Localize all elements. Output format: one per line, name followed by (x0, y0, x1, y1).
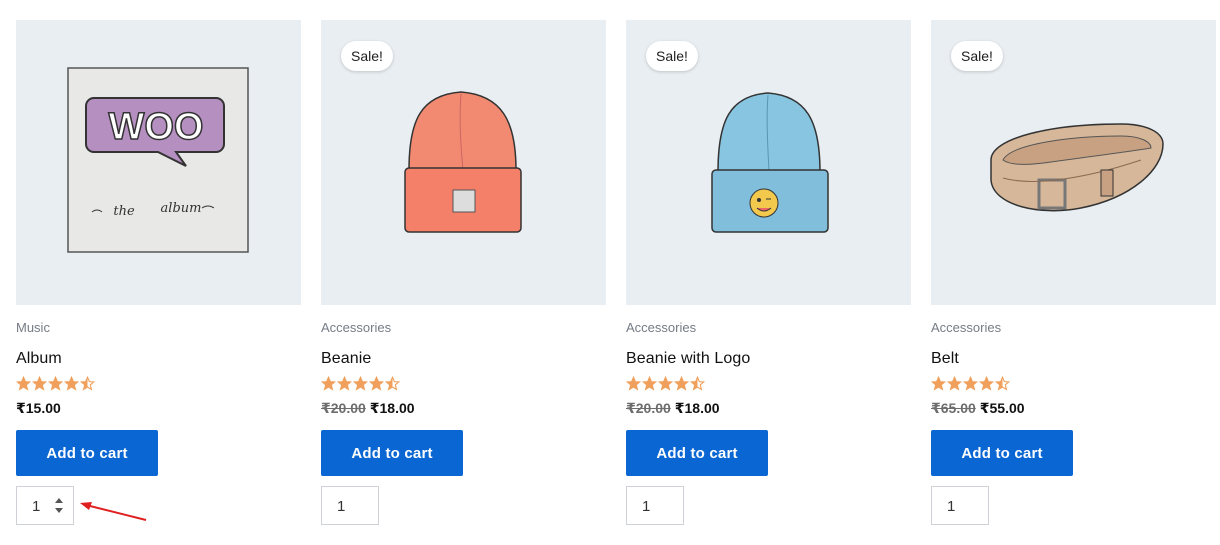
product-category[interactable]: Accessories (321, 321, 606, 335)
product-price: ₹65.00 ₹55.00 (931, 400, 1216, 416)
star-icon (64, 375, 79, 391)
star-icon (674, 375, 689, 391)
star-icon (32, 375, 47, 391)
star-icon (658, 375, 673, 391)
product-image-beanie[interactable]: Sale! (321, 20, 606, 305)
product-title[interactable]: Belt (931, 350, 1216, 368)
star-icon (337, 375, 352, 391)
decrement-icon[interactable] (55, 508, 63, 513)
rating-stars (321, 375, 606, 391)
rating-stars (931, 375, 1216, 391)
star-icon (626, 375, 641, 391)
star-icon (690, 375, 705, 391)
sale-badge: Sale! (341, 41, 393, 71)
add-to-cart-button[interactable]: Add to cart (931, 430, 1073, 476)
star-icon (979, 375, 994, 391)
star-icon (931, 375, 946, 391)
sale-badge: Sale! (951, 41, 1003, 71)
star-icon (963, 375, 978, 391)
product-category[interactable]: Music (16, 321, 301, 335)
quantity-spinner[interactable] (55, 496, 65, 516)
star-icon (80, 375, 95, 391)
quantity-value: 1 (32, 498, 41, 515)
add-to-cart-button[interactable]: Add to cart (626, 430, 768, 476)
product-card-album: WOO the album Music Album ₹15.00 Add to … (16, 20, 301, 525)
product-price: ₹20.00 ₹18.00 (321, 400, 606, 416)
product-title[interactable]: Album (16, 350, 301, 368)
original-price: ₹65.00 (931, 400, 976, 416)
add-to-cart-button[interactable]: Add to cart (16, 430, 158, 476)
album-woo-text: WOO (109, 106, 204, 148)
star-icon (48, 375, 63, 391)
star-icon (385, 375, 400, 391)
rating-stars (626, 375, 911, 391)
star-icon (642, 375, 657, 391)
product-title[interactable]: Beanie (321, 350, 606, 368)
star-icon (995, 375, 1010, 391)
product-image-beanie-with-logo[interactable]: Sale! (626, 20, 911, 305)
current-price: ₹15.00 (16, 400, 61, 416)
quantity-input[interactable]: 1 (626, 486, 684, 525)
quantity-input[interactable]: 1 (16, 486, 74, 525)
increment-icon[interactable] (55, 498, 63, 503)
original-price: ₹20.00 (321, 400, 366, 416)
rating-stars (16, 375, 301, 391)
product-title[interactable]: Beanie with Logo (626, 350, 911, 368)
star-icon (321, 375, 336, 391)
add-to-cart-button[interactable]: Add to cart (321, 430, 463, 476)
product-card-belt: Sale! Accessories Belt ₹65.00 ₹55.00 Add … (931, 20, 1216, 525)
svg-text:album: album (161, 201, 202, 216)
quantity-value: 1 (642, 498, 651, 515)
sale-badge: Sale! (646, 41, 698, 71)
annotation-arrow-icon (80, 502, 147, 521)
star-icon (369, 375, 384, 391)
quantity-input[interactable]: 1 (931, 486, 989, 525)
star-icon (947, 375, 962, 391)
star-icon (353, 375, 368, 391)
product-category[interactable]: Accessories (626, 321, 911, 335)
product-category[interactable]: Accessories (931, 321, 1216, 335)
current-price: ₹18.00 (674, 400, 720, 416)
product-price: ₹15.00 (16, 400, 301, 416)
current-price: ₹55.00 (979, 400, 1025, 416)
product-grid: WOO the album Music Album ₹15.00 Add to … (16, 20, 1216, 525)
product-card-beanie: Sale! Accessories Beanie ₹20.00 ₹18.00 Ad… (321, 20, 606, 525)
original-price: ₹20.00 (626, 400, 671, 416)
star-icon (16, 375, 31, 391)
product-price: ₹20.00 ₹18.00 (626, 400, 911, 416)
product-card-beanie-with-logo: Sale! Accessories Beanie with Logo ₹20.0… (626, 20, 911, 525)
current-price: ₹18.00 (369, 400, 415, 416)
quantity-value: 1 (947, 498, 956, 515)
product-image-belt[interactable]: Sale! (931, 20, 1216, 305)
svg-text:the: the (113, 204, 135, 219)
quantity-input[interactable]: 1 (321, 486, 379, 525)
quantity-value: 1 (337, 498, 346, 515)
product-image-album[interactable]: WOO the album (16, 20, 301, 305)
